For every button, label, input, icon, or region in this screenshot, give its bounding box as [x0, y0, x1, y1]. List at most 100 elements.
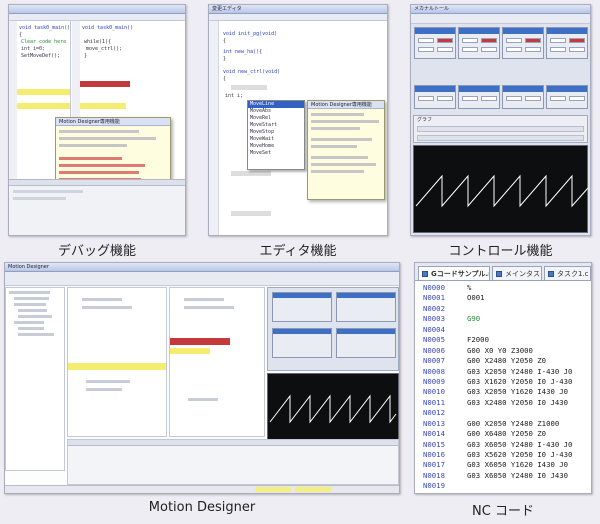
line-number: N0001	[423, 293, 445, 303]
nc-code-line: N0016 G03 X5620 Y2050 I0 J-430	[415, 450, 591, 460]
nc-code-text: G03 X6050 Y2480 I-430 J0	[467, 439, 573, 449]
debug-toolbar	[9, 14, 185, 21]
editor-screenshot: 変更エディタ void init_pg(void) { int new_ha()…	[208, 4, 388, 236]
editor-titlebar: 変更エディタ	[209, 5, 387, 14]
line-number: N0018	[423, 470, 445, 480]
control-unit-box	[458, 27, 500, 59]
nc-code-text: G90	[467, 314, 481, 324]
caption-editor: エディタ機能	[259, 244, 337, 259]
nc-code-line: N0002	[415, 304, 591, 314]
nc-code-text: G00 X0 Y0 Z3000	[467, 345, 533, 355]
nc-code-line: N0012	[415, 408, 591, 418]
autocomplete-item[interactable]: MoveStart	[248, 122, 304, 129]
line-number: N0016	[423, 450, 445, 459]
motion-status-bar	[5, 485, 399, 493]
control-unit-box	[414, 27, 456, 59]
nc-code-line: N0020 G00 X6050 Y2480 Z1000	[415, 492, 591, 493]
motion-output-pane	[67, 439, 399, 485]
nc-code-line: N0010 G03 X2050 Y1620 I430 J0	[415, 387, 591, 397]
line-number: N0013	[423, 418, 445, 428]
autocomplete-item-selected[interactable]: MoveLine	[248, 101, 304, 108]
nc-code-line: N0001 O001	[415, 293, 591, 303]
nc-code-text: G03 X2050 Y1620 I430 J0	[467, 387, 569, 397]
caption-motion: Motion Designer	[148, 500, 256, 515]
nc-code-text: G00 X2480 Y2050 Z0	[467, 356, 547, 366]
nc-code-line: N0000%	[415, 283, 591, 293]
control-titlebar: メカナルトール	[411, 5, 590, 14]
autocomplete-item[interactable]: MoveWait	[248, 136, 304, 143]
motion-titlebar: Motion Designer	[5, 263, 399, 272]
nc-code-text: G00 X2050 Y2480 Z1000	[467, 418, 560, 428]
debug-tooltip-title: Motion Designer専用機能	[56, 118, 170, 126]
control-screenshot: メカナルトール グラフ	[410, 4, 591, 236]
line-number: N0010	[423, 387, 445, 397]
sawtooth-waveform	[269, 394, 397, 424]
nc-code-line: N0005 F2000	[415, 335, 591, 345]
tab-gcode-sample[interactable]: Gコードサンプル.nc	[418, 266, 490, 280]
motion-code-pane-1	[67, 287, 167, 437]
tab-task1[interactable]: タスク1.c	[544, 266, 591, 280]
motion-waveform	[267, 373, 399, 441]
nc-code-line: N0011 G03 X2480 Y2050 I0 J430	[415, 398, 591, 408]
motion-code-pane-2	[169, 287, 265, 437]
nc-code-text: O001	[467, 293, 485, 303]
nc-code-line: N0008 G03 X2050 Y2480 I-430 J0	[415, 367, 591, 377]
nc-code-line: N0006 G00 X0 Y0 Z3000	[415, 346, 591, 356]
nc-code-lines[interactable]: N0000% N0001 O001 N0002 N0003 G90 N0004 N0005 F2…	[415, 283, 591, 493]
nc-code-text: F2000	[467, 335, 489, 345]
line-number: N0000	[423, 283, 445, 292]
line-number: N0014	[423, 429, 445, 439]
line-number: N0009	[423, 376, 445, 386]
current-line-highlight	[80, 81, 130, 87]
caption-debug: デバッグ機能	[57, 244, 136, 259]
nc-code-line: N0013 G00 X2050 Y2480 Z1000	[415, 419, 591, 429]
file-icon	[496, 271, 502, 277]
autocomplete-item[interactable]: MoveStop	[248, 129, 304, 136]
autocomplete-item[interactable]: MoveRel	[248, 115, 304, 122]
line-number: N0020	[423, 492, 445, 493]
line-number: N0002	[423, 303, 445, 313]
autocomplete-list[interactable]: MoveLine MoveAbs MoveRel MoveStart MoveS…	[247, 100, 305, 170]
nc-code-line: N0018 G03 X6050 Y2480 I0 J430	[415, 471, 591, 481]
nc-code-line: N0015 G03 X6050 Y2480 I-430 J0	[415, 440, 591, 450]
nc-code-text: G00 X6050 Y2480 Z1000	[467, 492, 559, 493]
project-tree	[5, 287, 65, 471]
nc-tab-bar: Gコードサンプル.nc メインタスク.c タスク1.c	[415, 263, 591, 281]
caption-control: コントロール機能	[448, 244, 553, 259]
nc-code-line: N0003 G90	[415, 314, 591, 324]
caption-nc: NC コード	[472, 504, 534, 519]
control-unit-box	[502, 27, 544, 59]
debug-titlebar	[9, 5, 185, 14]
nc-code-line: N0007 G00 X2480 Y2050 Z0	[415, 356, 591, 366]
debug-screenshot: void task0_main() { Clear code here int …	[8, 4, 186, 236]
nc-code-text: G03 X2050 Y2480 I-430 J0	[467, 366, 573, 376]
nc-code-line: N0014 G00 X6480 Y2050 Z0	[415, 429, 591, 439]
line-number: N0017	[423, 460, 445, 470]
line-number: N0008	[423, 366, 445, 376]
waveform-graph	[413, 145, 589, 233]
sawtooth-waveform	[415, 174, 589, 208]
file-icon	[422, 271, 428, 277]
line-number: N0005	[423, 335, 445, 345]
nc-code-text: G00 X6480 Y2050 Z0	[467, 429, 547, 439]
nc-code-text: G03 X5620 Y2050 I0 J-430	[467, 450, 573, 459]
line-number: N0015	[423, 439, 445, 449]
line-number: N0004	[423, 324, 445, 334]
nc-code-line: N0004	[415, 325, 591, 335]
file-icon	[548, 271, 554, 277]
nc-code-text: %	[467, 283, 472, 292]
autocomplete-item[interactable]: MoveSet	[248, 150, 304, 157]
line-number: N0006	[423, 345, 445, 355]
autocomplete-item[interactable]: MoveAbs	[248, 108, 304, 115]
line-number: N0012	[423, 408, 445, 418]
nc-code-text: G03 X1620 Y2050 I0 J-430	[467, 376, 573, 386]
nc-code-text: G03 X6050 Y2480 I0 J430	[467, 470, 569, 480]
autocomplete-item[interactable]: MoveHome	[248, 143, 304, 150]
control-graph-toolbar: グラフ	[413, 115, 588, 143]
motion-designer-screenshot: Motion Designer	[4, 262, 400, 494]
nc-code-text: G03 X2480 Y2050 I0 J430	[467, 397, 569, 407]
tab-main-task[interactable]: メインタスク.c	[492, 266, 542, 280]
breakpoint-line-highlight	[17, 89, 70, 95]
line-number: N0011	[423, 397, 445, 407]
nc-code-screenshot: Gコードサンプル.nc メインタスク.c タスク1.c N0000%N0001O…	[414, 262, 592, 494]
